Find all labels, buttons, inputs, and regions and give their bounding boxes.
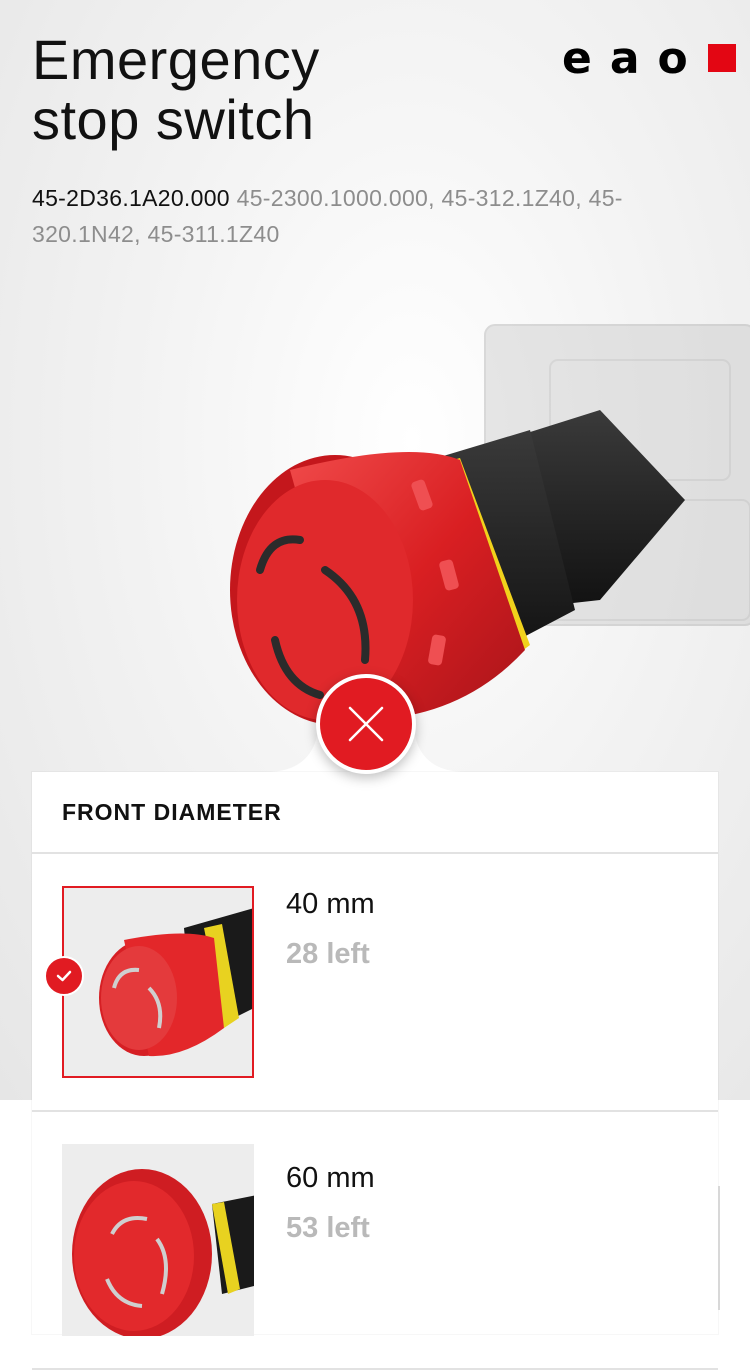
page-title: Emergency stop switch [32,30,320,150]
option-40mm[interactable]: 40 mm 28 left [32,854,718,1112]
close-button[interactable] [316,674,416,774]
option-size-label: 60 mm [286,1162,375,1194]
logo-square [707,44,736,72]
option-60mm[interactable]: 60 mm 53 left [32,1112,718,1370]
title-line-2: stop switch [32,88,315,151]
panel-header: FRONT DIAMETER [32,772,718,854]
logo-letter-e: e [562,32,592,84]
option-size-label: 40 mm [286,888,375,920]
option-thumbnail-40mm[interactable] [62,886,254,1078]
option-stock-label: 53 left [286,1212,370,1244]
logo-letter-o: o [657,32,688,84]
check-icon [44,956,84,996]
option-stock-label: 28 left [286,938,370,970]
close-button-circle[interactable] [316,674,416,774]
logo-letter-a: a [609,32,640,84]
option-panel: FRONT DIAMETER 40 mm 28 left 60 mm 53 le… [32,772,718,1370]
option-thumbnail-60mm[interactable] [62,1144,254,1336]
scroll-edge [718,1186,720,1310]
primary-article-code: 45-2D36.1A20.000 [32,185,230,211]
eao-logo: e a o [562,33,736,84]
article-codes: 45-2D36.1A20.000 45-2300.1000.000, 45-31… [32,180,712,252]
close-icon [348,706,384,742]
title-line-1: Emergency [32,28,320,91]
